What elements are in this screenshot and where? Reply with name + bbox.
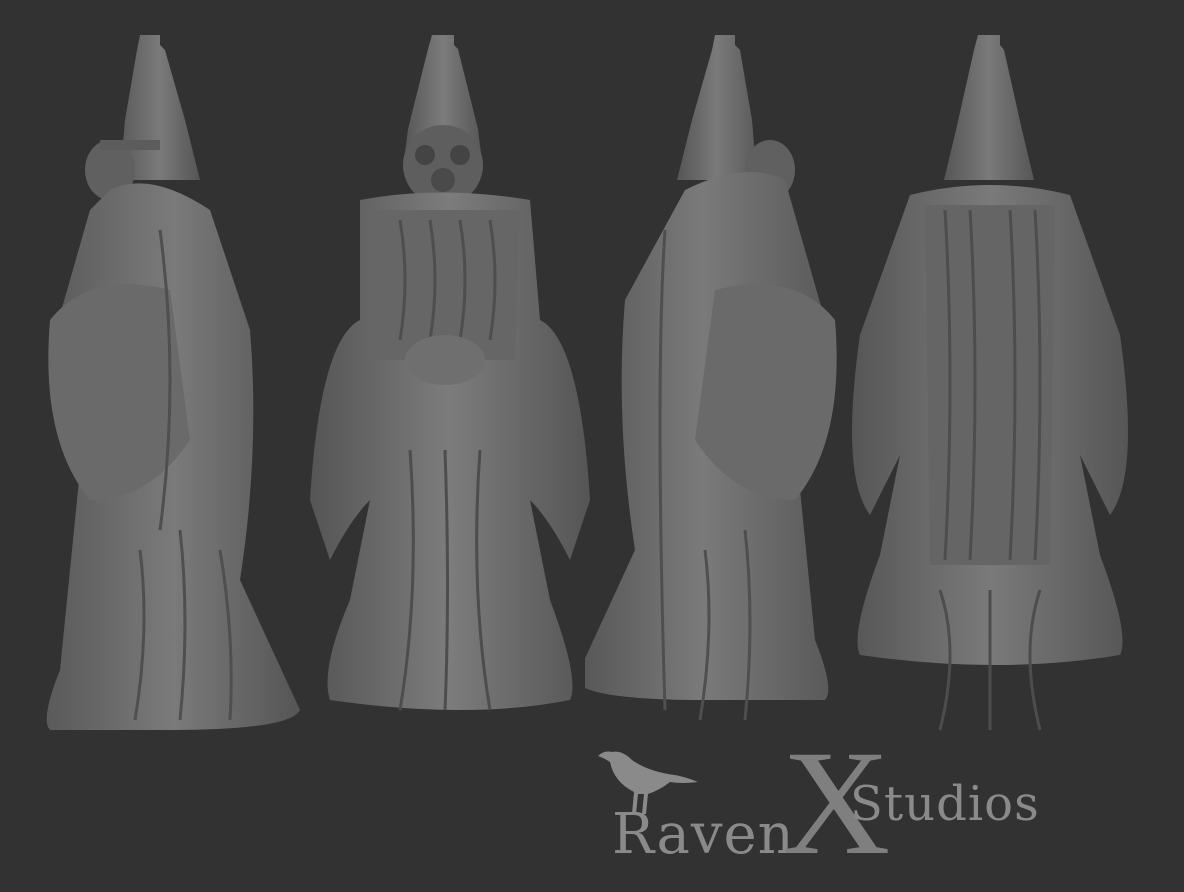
figure-front-view [310,35,590,711]
figure-left-side-view [46,35,301,731]
figure-back-view [852,35,1128,731]
render-stage: Raven X Studios [0,0,1184,892]
figure-right-side-view [585,35,837,721]
logo-studios-text: Studios [850,776,1040,832]
raven-x-studios-logo: Raven X Studios [590,728,1090,880]
logo-raven-text: Raven [612,802,795,867]
